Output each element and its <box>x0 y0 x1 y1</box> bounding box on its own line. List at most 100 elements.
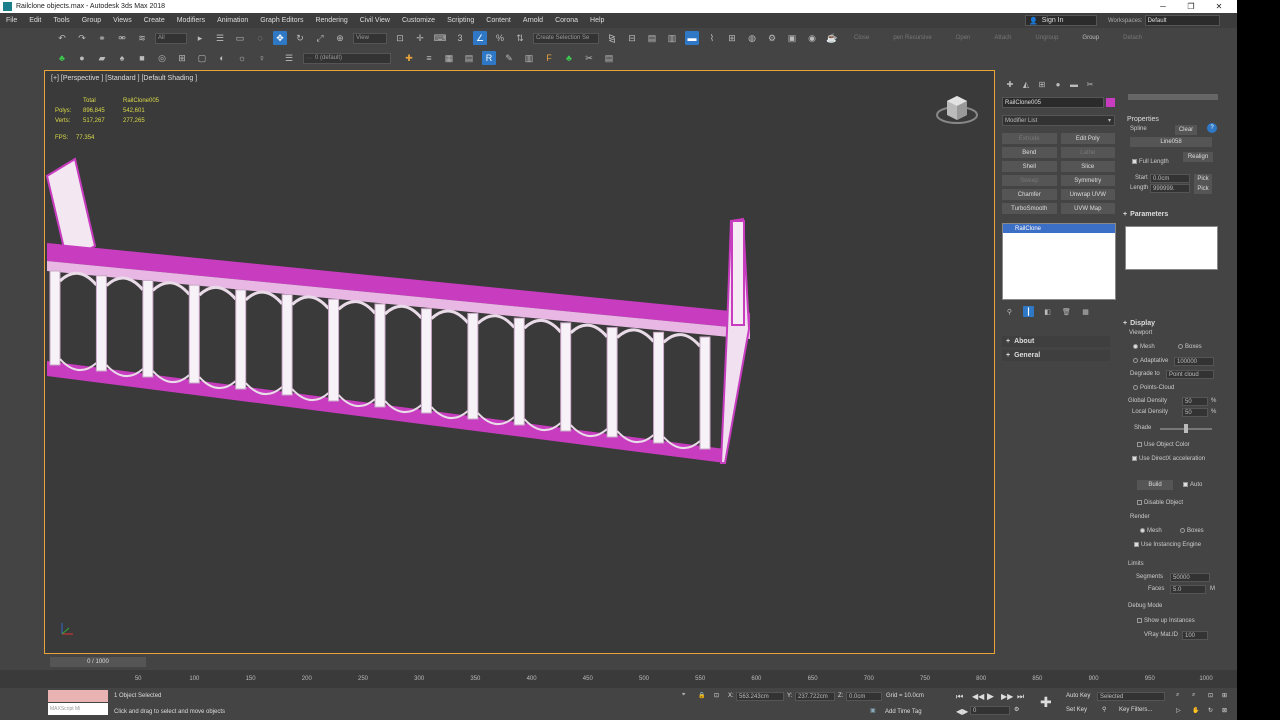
menu-customize[interactable]: Customize <box>396 17 441 24</box>
viewport-mesh-radio[interactable]: Mesh <box>1133 344 1155 350</box>
pan-view-icon[interactable]: ✋ <box>1192 707 1199 714</box>
plane-icon[interactable]: ▰ <box>95 51 109 65</box>
add-time-tag[interactable]: Add Time Tag <box>885 709 922 715</box>
maximize-viewport-icon[interactable]: ⊠ <box>1222 707 1227 714</box>
rect-selection-icon[interactable]: ▭ <box>233 31 247 45</box>
degrade-to-dropdown[interactable]: Point cloud <box>1166 370 1214 379</box>
link-icon[interactable]: ⚭ <box>95 31 109 45</box>
workspaces-dropdown[interactable]: Default <box>1144 15 1220 26</box>
table-icon[interactable]: ▥ <box>522 51 536 65</box>
menu-edit[interactable]: Edit <box>23 17 47 24</box>
layer-explorer-icon[interactable]: ▥ <box>665 31 679 45</box>
key-selection-dropdown[interactable]: Selected <box>1097 692 1165 701</box>
redo-icon[interactable]: ↷ <box>75 31 89 45</box>
zoom-all-icon[interactable]: ⌕ <box>1192 692 1195 699</box>
menu-scripting[interactable]: Scripting <box>441 17 480 24</box>
use-directx-checkbox[interactable]: Use DirectX acceleration <box>1132 456 1205 462</box>
reference-coord-dropdown[interactable]: View <box>353 32 387 44</box>
schematic-view-icon[interactable]: ⊞ <box>725 31 739 45</box>
forest-icon[interactable]: ♣ <box>562 51 576 65</box>
menu-animation[interactable]: Animation <box>211 17 254 24</box>
keyboard-shortcut-icon[interactable]: ⌨ <box>433 31 447 45</box>
align-icon[interactable]: ⊟ <box>625 31 639 45</box>
zoom-extents-all-icon[interactable]: ⊞ <box>1222 692 1227 699</box>
menu-rendering[interactable]: Rendering <box>309 17 353 24</box>
select-manipulate-icon[interactable]: ✛ <box>413 31 427 45</box>
grid-icon[interactable]: ⊞ <box>175 51 189 65</box>
modifier-button-bend[interactable]: Bend <box>1002 147 1057 158</box>
key-filter-icon[interactable]: ⚲ <box>1102 706 1106 713</box>
configure-sets-icon[interactable]: ▦ <box>1080 306 1091 317</box>
show-up-instances-checkbox[interactable]: Show up Instances <box>1137 618 1195 624</box>
select-by-name-icon[interactable]: ☰ <box>213 31 227 45</box>
modifier-button-uvw-map[interactable]: UVW Map <box>1060 203 1115 214</box>
menu-modifiers[interactable]: Modifiers <box>171 17 211 24</box>
motion-tab-icon[interactable]: ● <box>1052 78 1064 90</box>
object-name-field[interactable]: RailClone005 <box>1002 97 1104 108</box>
select-and-move-icon[interactable]: ✥ <box>273 31 287 45</box>
adaptative-radio[interactable]: Adaptative <box>1133 358 1168 364</box>
time-slider[interactable]: 0 / 1000 <box>50 657 146 667</box>
stack-item-railclone[interactable]: RailClone <box>1003 224 1115 233</box>
render-setup-icon[interactable]: ⚙ <box>765 31 779 45</box>
menu-help[interactable]: Help <box>584 17 610 24</box>
viewport-label[interactable]: [+] [Perspective ] [Standard ] [Default … <box>51 75 197 82</box>
maxscript-mini-listener[interactable]: MAXScript Mi <box>48 703 108 715</box>
select-and-rotate-icon[interactable]: ↻ <box>293 31 307 45</box>
tree-icon[interactable]: ♣ <box>55 51 69 65</box>
viewcube-icon[interactable] <box>935 91 979 131</box>
menu-group[interactable]: Group <box>76 17 107 24</box>
menu-content[interactable]: Content <box>480 17 517 24</box>
set-key-big-icon[interactable]: ✚ <box>1040 694 1052 711</box>
x-coordinate-field[interactable]: 563.243cm <box>736 692 784 701</box>
previous-frame-icon[interactable]: ◀︎◀︎ <box>972 692 984 701</box>
local-density-field[interactable]: 50 <box>1182 408 1208 417</box>
go-to-end-icon[interactable]: ⏭ <box>1017 692 1024 702</box>
set-key-button[interactable]: Set Key <box>1066 707 1087 713</box>
make-unique-icon[interactable]: ◧ <box>1042 306 1053 317</box>
isolate-selection-icon[interactable]: ⌖ <box>682 692 685 699</box>
play-icon[interactable]: ▶ <box>987 691 994 702</box>
render-iterative-icon[interactable]: ☕ <box>825 31 839 45</box>
sphere-icon[interactable]: ● <box>75 51 89 65</box>
modifier-button-chamfer[interactable]: Chamfer <box>1002 189 1057 200</box>
select-and-scale-icon[interactable]: ⤢ <box>313 31 327 45</box>
selection-lock-icon[interactable]: 🔒 <box>698 692 705 699</box>
key-filters-button[interactable]: Key Filters... <box>1119 707 1152 713</box>
create-tab-icon[interactable]: ✚ <box>1004 78 1016 90</box>
adaptative-field[interactable]: 100000 <box>1174 357 1214 366</box>
segments-field[interactable]: 50000 <box>1170 573 1210 582</box>
layer-select-icon[interactable]: ▦ <box>442 51 456 65</box>
light-icon[interactable]: ☼ <box>235 51 249 65</box>
field-of-view-icon[interactable]: ▷ <box>1176 707 1181 714</box>
clear-button[interactable]: Clear <box>1175 125 1197 135</box>
current-frame-field[interactable]: 0 <box>970 706 1010 715</box>
open-recursive-label[interactable]: pen Recursive <box>893 35 931 41</box>
railclone-icon[interactable]: R <box>482 51 496 65</box>
modifier-button-edit-poly[interactable]: Edit Poly <box>1060 133 1115 144</box>
modifier-button-turbosmooth[interactable]: TurboSmooth <box>1002 203 1057 214</box>
detach-group-label[interactable]: Detach <box>1123 35 1142 41</box>
eye-icon[interactable]: ◐ <box>215 51 229 65</box>
render-boxes-radio[interactable]: Boxes <box>1180 528 1204 534</box>
points-cloud-radio[interactable]: Points-Cloud <box>1133 385 1174 391</box>
window-crossing-icon[interactable]: ◌ <box>253 31 267 45</box>
unlink-icon[interactable]: ⚮ <box>115 31 129 45</box>
disable-object-checkbox[interactable]: Disable Object <box>1137 500 1183 506</box>
maxscript-listener[interactable] <box>48 690 108 702</box>
zoom-extents-icon[interactable]: ⊡ <box>1208 692 1213 699</box>
close-icon[interactable]: ✕ <box>1208 0 1230 13</box>
layer-dropdown[interactable]: ⋯ 0 (default) <box>303 52 391 64</box>
display-tab-icon[interactable]: ▬ <box>1068 78 1080 90</box>
pin-stack-icon[interactable]: ⚲ <box>1004 306 1015 317</box>
curve-editor-icon[interactable]: ⌇ <box>705 31 719 45</box>
menu-views[interactable]: Views <box>107 17 138 24</box>
z-coordinate-field[interactable]: 0.0cm <box>846 692 882 701</box>
angle-snap-icon[interactable]: ∠ <box>473 31 487 45</box>
frame-icon[interactable]: ▢ <box>195 51 209 65</box>
close-group-label[interactable]: Close <box>854 35 869 41</box>
box-icon[interactable]: ■ <box>135 51 149 65</box>
undo-icon[interactable]: ↶ <box>55 31 69 45</box>
render-production-icon[interactable]: ◉ <box>805 31 819 45</box>
hierarchy-tab-icon[interactable]: ⊞ <box>1036 78 1048 90</box>
